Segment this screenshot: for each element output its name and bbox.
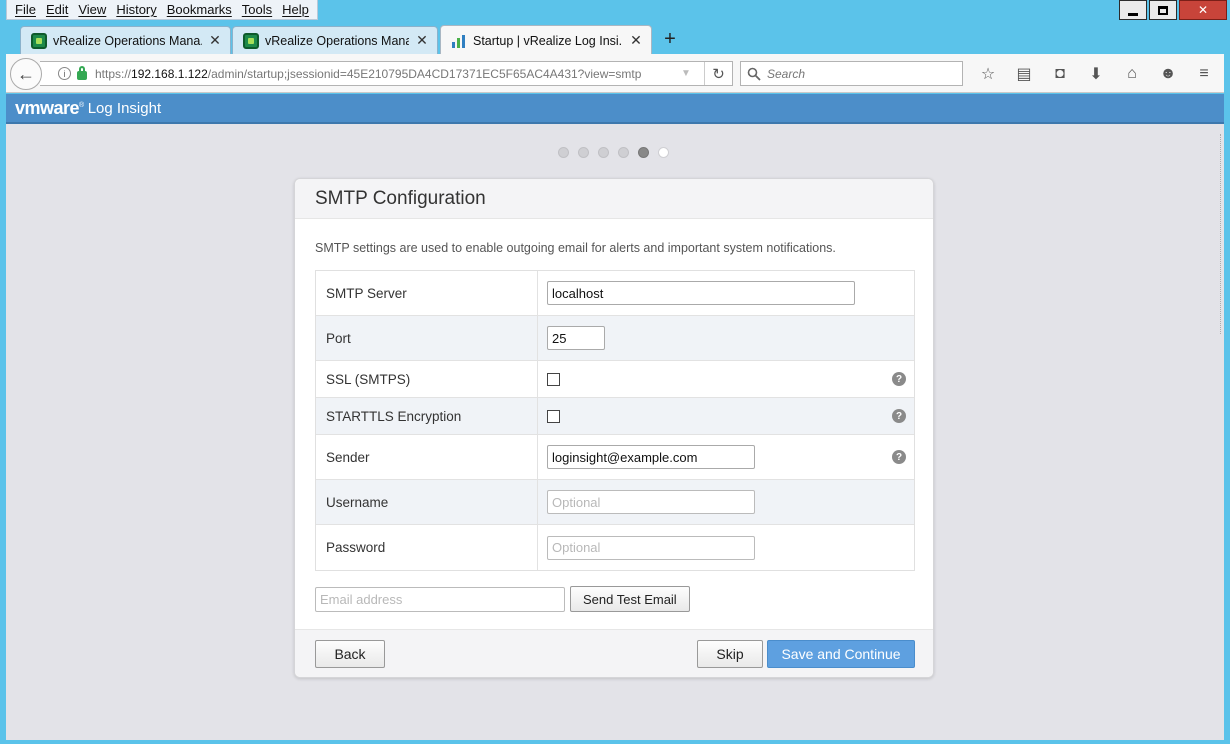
new-tab-button[interactable]: + xyxy=(658,26,682,52)
close-window-button[interactable]: ✕ xyxy=(1179,0,1227,20)
port-input[interactable] xyxy=(547,326,605,350)
search-input[interactable]: Search xyxy=(740,61,963,86)
tab-close-icon[interactable]: ✕ xyxy=(415,32,429,49)
hamburger-menu-icon[interactable]: ≡ xyxy=(1186,62,1222,86)
username-label: Username xyxy=(316,480,538,524)
lock-icon xyxy=(77,66,87,80)
menu-file[interactable]: File xyxy=(15,2,36,17)
ssl-help-icon[interactable]: ? xyxy=(892,372,906,386)
log-insight-favicon-icon xyxy=(451,33,467,49)
url-bar[interactable]: i https://192.168.1.122/admin/startup;js… xyxy=(40,61,733,86)
downloads-icon[interactable]: ⬇ xyxy=(1078,62,1114,86)
menu-bookmarks[interactable]: Bookmarks xyxy=(167,2,232,17)
product-name: Log Insight xyxy=(87,99,162,117)
row-sender: Sender ? xyxy=(316,435,914,480)
row-port: Port xyxy=(316,316,914,361)
card-description: SMTP settings are used to enable outgoin… xyxy=(315,241,836,255)
row-password: Password xyxy=(316,525,914,570)
reload-icon[interactable]: ↻ xyxy=(704,62,732,85)
back-arrow-icon: ← xyxy=(17,63,35,84)
tab-close-icon[interactable]: ✕ xyxy=(629,32,643,49)
tab-title: vRealize Operations Mana... xyxy=(265,33,409,48)
menu-history[interactable]: History xyxy=(116,2,156,17)
back-button[interactable]: Back xyxy=(315,640,385,668)
menu-edit[interactable]: Edit xyxy=(46,2,68,17)
test-email-row: Send Test Email xyxy=(315,586,690,612)
app-header: vmware® Log Insight xyxy=(6,94,1224,124)
send-test-email-button[interactable]: Send Test Email xyxy=(570,586,690,612)
smtp-form: SMTP Server Port SSL (SMTPS) ? STARTTLS … xyxy=(315,270,915,571)
home-icon[interactable]: ⌂ xyxy=(1114,62,1150,86)
test-email-input[interactable] xyxy=(315,586,565,612)
sender-help-icon[interactable]: ? xyxy=(892,450,906,464)
window-controls: ✕ xyxy=(1117,0,1227,20)
toolbar-icons: ☆ ▤ ◘ ⬇ ⌂ ☻ ≡ xyxy=(970,62,1222,86)
skip-button[interactable]: Skip xyxy=(697,640,763,668)
row-username: Username xyxy=(316,480,914,525)
close-icon: ✕ xyxy=(1197,3,1209,17)
bookmark-star-icon[interactable]: ☆ xyxy=(970,62,1006,86)
smtp-config-card: SMTP Configuration SMTP settings are use… xyxy=(294,178,934,678)
starttls-label: STARTTLS Encryption xyxy=(316,398,538,434)
tab-title: Startup | vRealize Log Insi... xyxy=(473,33,623,48)
wizard-step-dot xyxy=(618,147,629,158)
site-info-icon[interactable]: i xyxy=(58,67,71,80)
vrops-favicon-icon xyxy=(243,32,259,49)
wizard-progress xyxy=(558,147,678,158)
url-dropdown-icon[interactable]: ▼ xyxy=(681,68,691,79)
card-title: SMTP Configuration xyxy=(295,179,933,219)
page-content: vmware® Log Insight SMTP Configuration S… xyxy=(6,94,1224,740)
url-text[interactable]: https://192.168.1.122/admin/startup;jses… xyxy=(95,67,675,81)
password-input[interactable] xyxy=(547,535,755,560)
ssl-label: SSL (SMTPS) xyxy=(316,361,538,397)
smtp-server-input[interactable] xyxy=(547,281,855,305)
maximize-icon xyxy=(1158,5,1168,15)
wizard-step-dot-current xyxy=(658,147,669,158)
tab-log-insight[interactable]: Startup | vRealize Log Insi... ✕ xyxy=(440,25,652,55)
row-ssl: SSL (SMTPS) ? xyxy=(316,361,914,398)
row-smtp-server: SMTP Server xyxy=(316,271,914,316)
card-footer: Back Skip Save and Continue xyxy=(295,629,933,677)
starttls-help-icon[interactable]: ? xyxy=(892,409,906,423)
pocket-icon[interactable]: ◘ xyxy=(1042,62,1078,86)
ssl-checkbox[interactable] xyxy=(547,372,560,386)
tab-vrops-2[interactable]: vRealize Operations Mana... ✕ xyxy=(232,26,438,54)
minimize-button[interactable] xyxy=(1119,0,1147,20)
vmware-logo: vmware® xyxy=(15,97,84,118)
wizard-step-dot xyxy=(578,147,589,158)
scrollbar[interactable] xyxy=(1220,134,1224,334)
starttls-checkbox[interactable] xyxy=(547,409,560,423)
tab-title: vRealize Operations Mana... xyxy=(53,33,202,48)
tab-vrops-1[interactable]: vRealize Operations Mana... ✕ xyxy=(20,26,231,54)
wizard-step-dot xyxy=(558,147,569,158)
sender-input[interactable] xyxy=(547,445,755,469)
hello-icon[interactable]: ☻ xyxy=(1150,62,1186,86)
save-and-continue-button[interactable]: Save and Continue xyxy=(767,640,915,668)
wizard-step-dot-completed xyxy=(638,147,649,158)
search-placeholder: Search xyxy=(767,66,806,81)
vrops-favicon-icon xyxy=(31,32,47,49)
row-starttls: STARTTLS Encryption ? xyxy=(316,398,914,435)
tab-strip: vRealize Operations Mana... ✕ vRealize O… xyxy=(0,24,1230,55)
menu-bar: File Edit View History Bookmarks Tools H… xyxy=(6,0,318,20)
menu-help[interactable]: Help xyxy=(282,2,309,17)
menu-view[interactable]: View xyxy=(78,2,106,17)
username-input[interactable] xyxy=(547,490,755,514)
search-icon xyxy=(747,67,761,81)
maximize-button[interactable] xyxy=(1149,0,1177,20)
tab-close-icon[interactable]: ✕ xyxy=(208,32,222,49)
menu-tools[interactable]: Tools xyxy=(242,2,272,17)
password-label: Password xyxy=(316,525,538,570)
minimize-icon xyxy=(1128,12,1138,16)
back-button[interactable]: ← xyxy=(10,58,42,90)
sender-label: Sender xyxy=(316,435,538,479)
port-label: Port xyxy=(316,316,538,360)
wizard-step-dot xyxy=(598,147,609,158)
smtp-server-label: SMTP Server xyxy=(316,271,538,315)
reading-list-icon[interactable]: ▤ xyxy=(1006,62,1042,86)
navigation-toolbar: i https://192.168.1.122/admin/startup;js… xyxy=(6,54,1224,93)
